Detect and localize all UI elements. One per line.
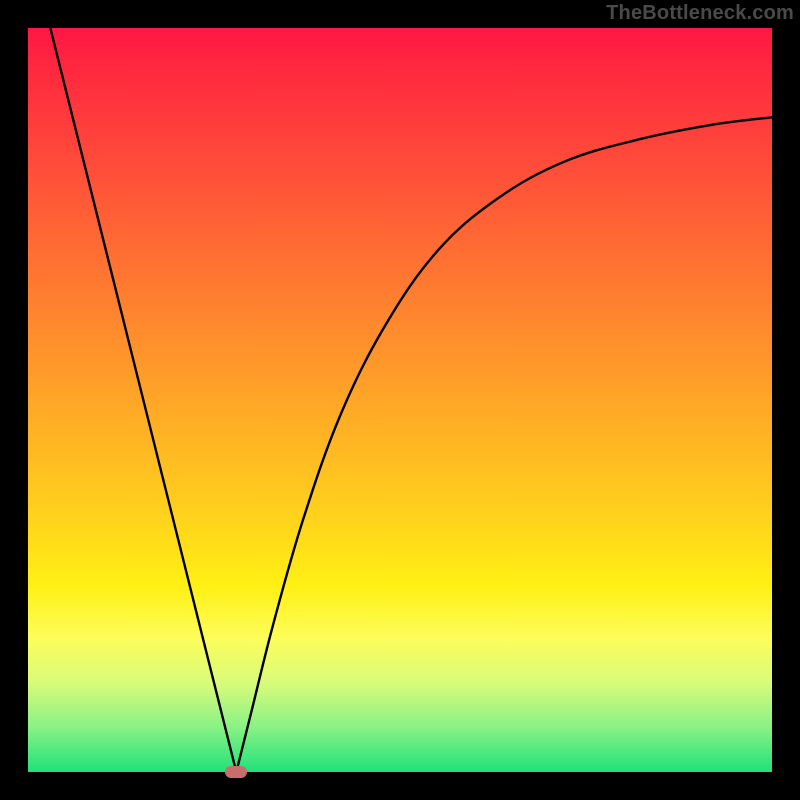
- bottleneck-curve: [28, 28, 772, 772]
- curve-right-segment: [236, 117, 772, 772]
- watermark-label: TheBottleneck.com: [606, 2, 794, 25]
- chart-frame: TheBottleneck.com: [0, 0, 800, 800]
- plot-area: [28, 28, 772, 772]
- minimum-marker: [225, 766, 247, 778]
- curve-left-segment: [50, 28, 236, 772]
